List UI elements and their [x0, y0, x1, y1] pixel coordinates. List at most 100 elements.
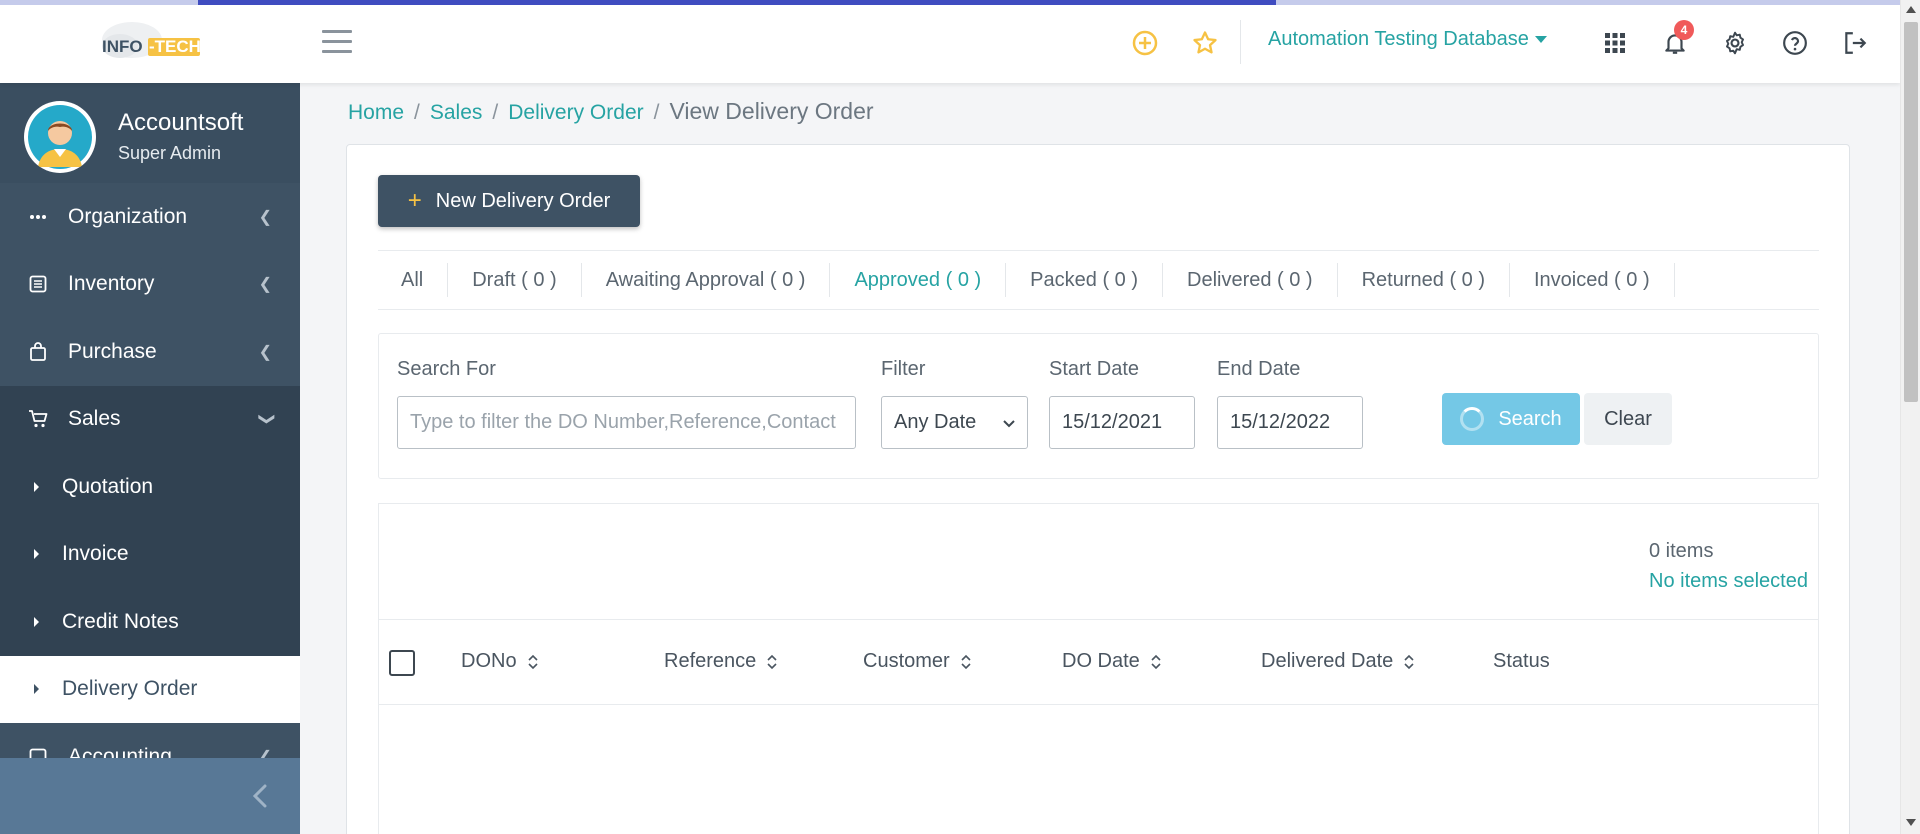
column-header-reference[interactable]: Reference: [664, 650, 778, 673]
menu-icon[interactable]: [322, 30, 352, 54]
sort-icon: [961, 654, 971, 669]
breadcrumb-sales[interactable]: Sales: [430, 101, 483, 124]
filter-label: Filter: [881, 358, 926, 380]
column-header-dono[interactable]: DONo: [461, 650, 539, 673]
sidebar-item-label: Inventory: [68, 272, 155, 296]
clear-button-label: Clear: [1604, 407, 1652, 430]
start-date-label: Start Date: [1049, 358, 1140, 380]
select-all-checkbox[interactable]: [389, 650, 415, 676]
chevron-down-icon: ❮: [257, 412, 275, 426]
column-label: DONo: [461, 650, 517, 672]
tab-delivered[interactable]: Delivered ( 0 ): [1163, 263, 1338, 297]
caret-right-icon: [34, 549, 39, 560]
sidebar-subitem-quotation[interactable]: Quotation: [0, 453, 300, 521]
tab-invoiced[interactable]: Invoiced ( 0 ): [1510, 263, 1675, 297]
sidebar: Accountsoft Super Admin Organization ❮ I…: [0, 83, 300, 834]
sidebar-subitem-credit-notes[interactable]: Credit Notes: [0, 588, 300, 656]
sort-icon: [767, 654, 777, 669]
column-header-customer[interactable]: Customer: [863, 650, 972, 673]
help-icon[interactable]: [1780, 28, 1810, 58]
caret-right-icon: [34, 616, 39, 627]
info-tech-logo[interactable]: INFO -TECH: [90, 18, 210, 66]
new-delivery-order-label: New Delivery Order: [435, 189, 611, 212]
database-selector[interactable]: Automation Testing Database: [1268, 28, 1547, 51]
search-input[interactable]: Type to filter the DO Number,Reference,C…: [397, 396, 856, 449]
top-header: INFO -TECH Automation Testing Database 4: [0, 0, 1900, 83]
chevron-left-icon: [250, 782, 270, 815]
breadcrumb-delivery-order[interactable]: Delivery Order: [508, 101, 643, 124]
tab-draft[interactable]: Draft ( 0 ): [448, 263, 582, 297]
new-delivery-order-button[interactable]: + New Delivery Order: [378, 175, 640, 227]
breadcrumb: Home / Sales / Delivery Order / View Delivery …: [348, 98, 874, 125]
gear-icon[interactable]: [1720, 28, 1750, 58]
sidebar-subitem-label: Delivery Order: [62, 677, 198, 701]
database-label: Automation Testing Database: [1268, 28, 1529, 50]
end-date-input[interactable]: 15/12/2022: [1217, 396, 1363, 449]
breadcrumb-separator: /: [492, 101, 499, 124]
column-header-delivered-date[interactable]: Delivered Date: [1261, 650, 1415, 673]
user-role: Super Admin: [118, 143, 222, 163]
page-load-progress-bar: [0, 0, 1900, 5]
add-circle-icon[interactable]: [1130, 28, 1160, 58]
chevron-down-icon: [1003, 415, 1015, 431]
clear-button[interactable]: Clear: [1584, 393, 1672, 445]
header-divider: [1240, 20, 1241, 64]
page-title: View Delivery Order: [669, 98, 874, 124]
breadcrumb-separator: /: [414, 101, 420, 124]
selection-status[interactable]: No items selected: [1649, 570, 1808, 593]
end-date-label: End Date: [1217, 358, 1301, 380]
caret-right-icon: [34, 481, 39, 492]
breadcrumb-separator: /: [653, 101, 660, 124]
bell-icon[interactable]: 4: [1660, 20, 1694, 58]
purchase-bag-icon: [28, 341, 48, 362]
sidebar-subitem-invoice[interactable]: Invoice: [0, 520, 300, 588]
user-name: Accountsoft: [118, 109, 244, 136]
search-button[interactable]: Search: [1442, 393, 1580, 445]
cart-icon: [28, 409, 48, 429]
search-button-label: Search: [1498, 407, 1562, 430]
column-label: Status: [1493, 650, 1550, 672]
column-label: Customer: [863, 650, 950, 672]
collapse-sidebar-button[interactable]: [0, 758, 300, 834]
status-tabs: All Draft ( 0 ) Awaiting Approval ( 0 ) …: [378, 250, 1819, 310]
progress-fill: [198, 0, 1276, 5]
sidebar-item-inventory[interactable]: Inventory ❮: [0, 251, 300, 319]
start-date-input[interactable]: 15/12/2021: [1049, 396, 1195, 449]
page-scrollbar[interactable]: [1900, 0, 1920, 834]
tab-awaiting-approval[interactable]: Awaiting Approval ( 0 ): [582, 263, 831, 297]
sidebar-item-organization[interactable]: Organization ❮: [0, 183, 300, 251]
date-filter-select[interactable]: Any Date: [881, 396, 1028, 449]
sidebar-item-purchase[interactable]: Purchase ❮: [0, 318, 300, 386]
sidebar-subitem-label: Credit Notes: [62, 609, 179, 633]
plus-icon: +: [407, 187, 422, 214]
sidebar-subitem-label: Invoice: [62, 542, 129, 566]
apps-grid-icon[interactable]: [1600, 28, 1630, 58]
scroll-up-arrow-icon[interactable]: [1906, 6, 1916, 13]
sidebar-item-sales[interactable]: Sales ❮: [0, 385, 300, 453]
sidebar-item-label: Purchase: [68, 339, 157, 363]
sidebar-subitem-delivery-order[interactable]: Delivery Order: [0, 655, 300, 723]
scrollbar-thumb[interactable]: [1904, 22, 1918, 402]
caret-right-icon: [34, 684, 39, 695]
column-label: Delivered Date: [1261, 650, 1394, 672]
tab-packed[interactable]: Packed ( 0 ): [1006, 263, 1163, 297]
column-header-do-date[interactable]: DO Date: [1062, 650, 1162, 673]
tab-all[interactable]: All: [378, 263, 449, 297]
search-placeholder: Type to filter the DO Number,Reference,C…: [410, 411, 836, 433]
column-header-status[interactable]: Status: [1493, 650, 1550, 673]
search-for-label: Search For: [397, 358, 496, 380]
tab-approved[interactable]: Approved ( 0 ): [830, 263, 1007, 297]
svg-text:-TECH: -TECH: [149, 37, 201, 56]
dots-icon: [28, 207, 48, 227]
filter-panel: Search For Type to filter the DO Number,…: [378, 333, 1819, 479]
svg-text:INFO: INFO: [102, 37, 143, 56]
star-icon[interactable]: [1190, 28, 1220, 58]
chevron-left-icon: ❮: [258, 276, 272, 294]
avatar[interactable]: [24, 101, 96, 173]
delivery-order-panel: + New Delivery Order All Draft ( 0 ) Awa…: [346, 144, 1850, 834]
tab-returned[interactable]: Returned ( 0 ): [1338, 263, 1510, 297]
breadcrumb-home[interactable]: Home: [348, 101, 404, 124]
scroll-down-arrow-icon[interactable]: [1906, 819, 1916, 826]
logout-icon[interactable]: [1840, 28, 1870, 58]
loading-spinner-icon: [1460, 407, 1485, 431]
